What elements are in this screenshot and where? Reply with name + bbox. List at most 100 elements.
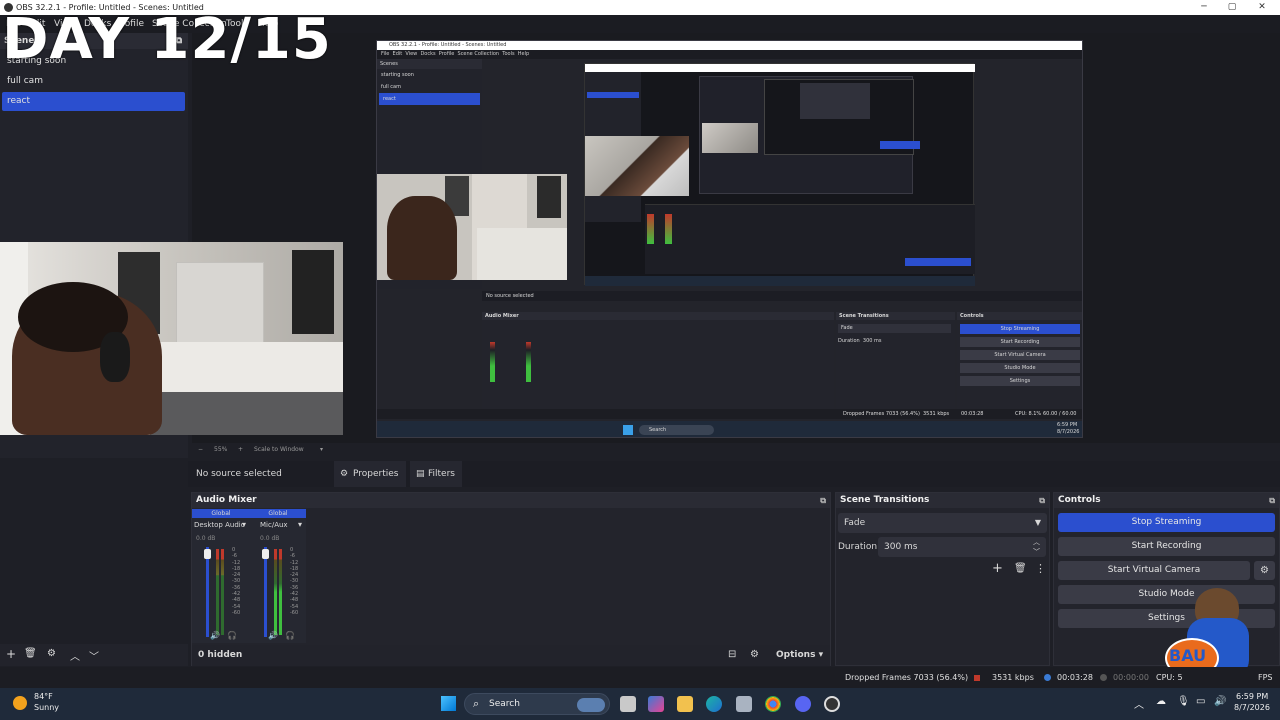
chevron-down-icon[interactable]: ﹀: [89, 648, 99, 663]
meter-bar-left: [274, 549, 277, 635]
scene-item-react[interactable]: react: [2, 92, 185, 111]
file-explorer-icon[interactable]: [677, 696, 693, 712]
options-button[interactable]: Options ▾: [776, 650, 823, 660]
zoom-in-icon[interactable]: +: [238, 443, 243, 457]
filters-button[interactable]: ▤ Filters: [410, 461, 462, 487]
nested-time: 00:03:28: [961, 411, 984, 417]
scene-transitions-dock: Scene Transitions ⧉ Fade ▼ Duration 300 …: [835, 492, 1050, 666]
meter-scale: 0 -6 -12 -18 -24 -30 -36 -42 -48 -54 -60: [290, 547, 299, 616]
duration-label: Duration: [838, 542, 878, 552]
sticker-text: BAU: [1169, 646, 1207, 665]
discord-icon[interactable]: [795, 696, 811, 712]
store-icon[interactable]: [736, 696, 752, 712]
start-recording-button[interactable]: Start Recording: [1058, 537, 1275, 556]
volume-icon[interactable]: 🔊: [1214, 696, 1226, 707]
volume-slider-handle[interactable]: [262, 549, 269, 559]
search-highlight-icon: [577, 698, 605, 712]
maximize-icon[interactable]: ▢: [1218, 0, 1246, 15]
clock-date[interactable]: 8/7/2026: [1234, 703, 1270, 712]
channel-db-mic: 0.0 dB: [260, 535, 280, 542]
audio-mixer-footer: 0 hidden ⊟ ⚙ Options ▾: [192, 645, 830, 666]
transition-select[interactable]: Fade ▼: [838, 513, 1047, 533]
channel-menu-icon[interactable]: ▾: [298, 520, 302, 529]
duration-spinbox[interactable]: 300 ms ︿ ﹀: [878, 537, 1046, 557]
trash-icon[interactable]: 🗑: [24, 648, 37, 659]
windows-start-icon[interactable]: [441, 696, 456, 711]
preview-zoom-bar: − 55% + Scale to Window ▾: [192, 443, 1280, 457]
nested-cpu: CPU: 8.1%: [1015, 411, 1042, 417]
zoom-out-icon[interactable]: −: [198, 443, 203, 457]
controls-title: Controls ⧉: [1054, 493, 1279, 508]
add-transition-icon[interactable]: +: [992, 561, 1003, 576]
stop-streaming-button[interactable]: Stop Streaming: [1058, 513, 1275, 532]
chevron-up-icon[interactable]: ︿: [70, 648, 80, 663]
headphones-icon[interactable]: 🎧: [285, 631, 295, 640]
nested-preview: [584, 63, 975, 286]
nested-statusbar: Dropped Frames 7033 (56.4%) 3531 kbps 00…: [377, 409, 1082, 427]
record-time: 00:00:00: [1113, 673, 1149, 682]
nested-obs-capture: OBS 32.2.1 - Profile: Untitled - Scenes:…: [376, 40, 1083, 438]
virtual-camera-settings-icon[interactable]: ⚙: [1254, 561, 1275, 580]
speaker-icon[interactable]: 🔊: [268, 631, 278, 640]
undock-icon[interactable]: ⧉: [1269, 493, 1275, 508]
nested-start-recording: Start Recording: [960, 337, 1080, 347]
volume-slider-track[interactable]: [206, 547, 209, 637]
deep-camera: [585, 136, 689, 196]
speaker-icon[interactable]: 🔊: [210, 631, 220, 640]
meter-bar-left: [216, 549, 219, 635]
nested-clock: 6:59 PM: [1057, 422, 1078, 428]
monitor-icon[interactable]: ▭: [1196, 696, 1205, 707]
chrome-icon[interactable]: [765, 696, 781, 712]
volume-slider-handle[interactable]: [204, 549, 211, 559]
obs-taskbar-icon[interactable]: [824, 696, 840, 712]
edge-icon[interactable]: [706, 696, 722, 712]
spin-down-icon[interactable]: ﹀: [1033, 542, 1040, 562]
headphones-icon[interactable]: 🎧: [227, 631, 237, 640]
advanced-audio-icon[interactable]: ⚙: [750, 649, 759, 660]
no-source-label: No source selected: [196, 469, 282, 479]
nested-settings: Settings: [960, 376, 1080, 386]
transition-selected: Fade: [844, 518, 866, 528]
mixer-channel-desktop: Global Desktop Audio ▾ 0.0 dB 0 -6 -12 -18-…: [192, 509, 250, 643]
nested-titlebar: OBS 32.2.1 - Profile: Untitled - Scenes:…: [377, 41, 1082, 50]
stream-status-icon: [1044, 674, 1051, 681]
properties-button[interactable]: ⚙ Properties: [334, 461, 406, 487]
properties-label: Properties: [353, 469, 399, 479]
close-icon[interactable]: ✕: [1248, 0, 1276, 15]
clock-time[interactable]: 6:59 PM: [1236, 692, 1268, 701]
undock-icon[interactable]: ⧉: [820, 493, 826, 508]
volume-slider-track[interactable]: [264, 547, 267, 637]
undock-icon[interactable]: ⧉: [1039, 493, 1045, 508]
search-icon: ⌕: [473, 697, 480, 710]
channel-scope-label: Global: [250, 509, 306, 518]
channel-scope-label: Global: [192, 509, 250, 518]
deep-nested-window: [699, 76, 920, 194]
minimize-icon[interactable]: ─: [1190, 0, 1218, 15]
chevron-up-icon[interactable]: ︿: [1134, 696, 1144, 711]
nested-dropped: Dropped Frames 7033 (56.4%): [843, 411, 920, 417]
hidden-count: 0 hidden: [198, 650, 243, 660]
layout-icon[interactable]: ⊟: [728, 649, 736, 660]
source-toolbar: No source selected ⚙ Properties ▤ Filter…: [188, 461, 1280, 487]
scenes-toolbar: + 🗑 ⚙ ︿ ﹀: [0, 644, 188, 666]
nested-taskbar: Search 6:59 PM 8/7/2026: [377, 421, 1082, 437]
scene-item-full-cam[interactable]: full cam: [2, 72, 185, 91]
start-virtual-camera-button[interactable]: Start Virtual Camera: [1058, 561, 1250, 580]
mic-icon[interactable]: 🎙: [1177, 696, 1190, 707]
add-scene-icon[interactable]: +: [6, 647, 16, 661]
cloud-icon[interactable]: ☁: [1156, 696, 1166, 707]
channel-menu-icon[interactable]: ▾: [242, 520, 246, 529]
record-status-icon: [1100, 674, 1107, 681]
gear-icon[interactable]: ⚙: [47, 648, 56, 659]
trash-icon[interactable]: 🗑: [1014, 563, 1027, 574]
task-view-icon[interactable]: [620, 696, 636, 712]
nested-date: 8/7/2026: [1057, 429, 1080, 435]
taskbar-search-box[interactable]: ⌕ Search: [464, 693, 610, 715]
more-options-icon[interactable]: ⋮: [1035, 562, 1046, 575]
nested-source-bar: No source selected: [482, 291, 1082, 301]
audio-mixer-dock: Audio Mixer ⧉ Global Desktop Audio ▾ 0.0…: [191, 492, 831, 666]
scale-mode-select[interactable]: Scale to Window: [254, 443, 304, 457]
sun-icon: [13, 696, 27, 710]
chevron-down-icon[interactable]: ▾: [320, 443, 323, 457]
copilot-icon[interactable]: [648, 696, 664, 712]
